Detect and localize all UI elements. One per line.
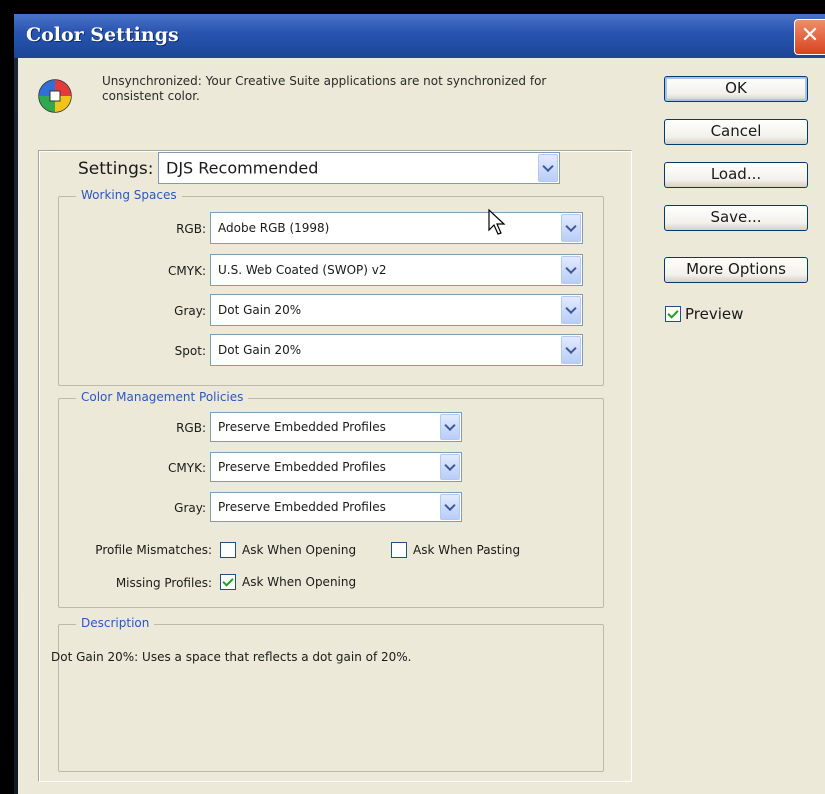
title-bar[interactable]: Color Settings ✕ — [14, 14, 825, 58]
chevron-down-icon[interactable] — [538, 154, 558, 182]
more-options-button[interactable]: More Options — [664, 257, 808, 283]
sync-status-message: Unsynchronized: Your Creative Suite appl… — [102, 74, 547, 103]
ws-cmyk-value: U.S. Web Coated (SWOP) v2 — [218, 263, 387, 277]
chevron-down-icon[interactable] — [561, 336, 581, 364]
chevron-down-icon[interactable] — [440, 494, 460, 520]
missing-ask-opening-label: Ask When Opening — [242, 575, 357, 589]
save-button[interactable]: Save... — [664, 205, 808, 231]
profile-mismatches-label: Profile Mismatches: — [95, 543, 212, 557]
mismatch-ask-opening-checkbox[interactable] — [220, 542, 236, 558]
ok-button[interactable]: OK — [664, 76, 808, 102]
mismatch-ask-opening-label: Ask When Opening — [242, 543, 357, 557]
mismatch-ask-pasting-label: Ask When Pasting — [413, 543, 521, 557]
policy-gray-label: Gray: — [174, 501, 206, 515]
missing-profiles-label: Missing Profiles: — [115, 576, 212, 590]
ws-cmyk-label: CMYK: — [168, 264, 206, 278]
ws-spot-label: Spot: — [174, 344, 206, 358]
close-button[interactable]: ✕ — [794, 19, 825, 55]
cancel-button[interactable]: Cancel — [664, 119, 808, 145]
settings-label: Settings: — [74, 159, 158, 179]
policy-cmyk-select[interactable]: Preserve Embedded Profiles — [210, 452, 462, 482]
load-button[interactable]: Load... — [664, 162, 808, 188]
missing-ask-opening-checkbox[interactable] — [220, 574, 236, 590]
chevron-down-icon[interactable] — [440, 414, 460, 440]
description-group — [58, 624, 604, 772]
dialog-body: Unsynchronized: Your Creative Suite appl… — [18, 58, 825, 794]
window-title: Color Settings — [26, 24, 179, 46]
policy-rgb-select[interactable]: Preserve Embedded Profiles — [210, 412, 462, 442]
ws-gray-select[interactable]: Dot Gain 20% — [210, 294, 583, 326]
policy-cmyk-value: Preserve Embedded Profiles — [218, 460, 386, 474]
ws-spot-select[interactable]: Dot Gain 20% — [210, 334, 583, 366]
ws-rgb-select[interactable]: Adobe RGB (1998) — [210, 212, 583, 244]
chevron-down-icon[interactable] — [561, 214, 581, 242]
policy-rgb-label: RGB: — [176, 421, 206, 435]
color-settings-icon — [38, 79, 72, 113]
policy-gray-select[interactable]: Preserve Embedded Profiles — [210, 492, 462, 522]
chevron-down-icon[interactable] — [561, 256, 581, 284]
ws-spot-value: Dot Gain 20% — [218, 343, 302, 357]
color-settings-dialog: Color Settings ✕ Unsynchronized: Your Cr… — [14, 14, 825, 794]
ws-gray-label: Gray: — [174, 304, 206, 318]
ws-cmyk-select[interactable]: U.S. Web Coated (SWOP) v2 — [210, 254, 583, 286]
policy-rgb-value: Preserve Embedded Profiles — [218, 420, 386, 434]
policies-legend: Color Management Policies — [76, 390, 249, 404]
mouse-pointer-icon — [488, 209, 506, 235]
ws-gray-value: Dot Gain 20% — [218, 303, 302, 317]
working-spaces-legend: Working Spaces — [76, 188, 182, 202]
chevron-down-icon[interactable] — [440, 454, 460, 480]
settings-select[interactable]: DJS Recommended — [158, 152, 560, 184]
policy-cmyk-label: CMYK: — [168, 461, 206, 475]
ws-rgb-label: RGB: — [176, 222, 206, 236]
description-legend: Description — [76, 616, 155, 630]
settings-value: DJS Recommended — [166, 158, 319, 178]
mismatch-ask-pasting-checkbox[interactable] — [391, 542, 407, 558]
description-text: Dot Gain 20%: Uses a space that reflects… — [51, 650, 412, 664]
ws-rgb-value: Adobe RGB (1998) — [218, 221, 330, 235]
policy-gray-value: Preserve Embedded Profiles — [218, 500, 386, 514]
preview-label: Preview — [685, 305, 744, 323]
preview-checkbox[interactable] — [665, 306, 681, 322]
chevron-down-icon[interactable] — [561, 296, 581, 324]
